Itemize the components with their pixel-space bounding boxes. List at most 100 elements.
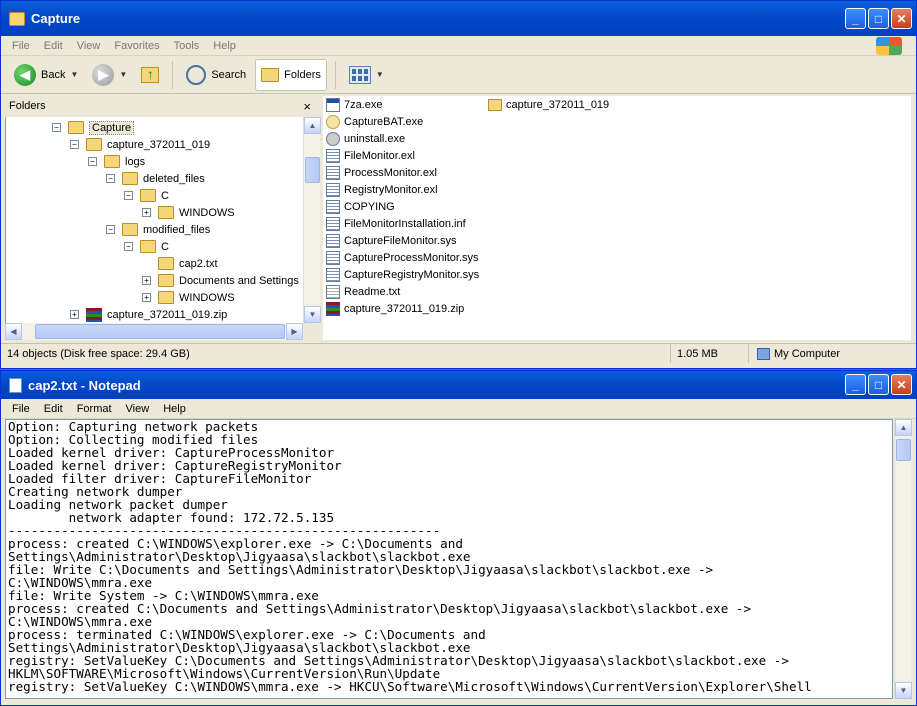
folders-pane-header: Folders × [5, 96, 319, 116]
menu-favorites[interactable]: Favorites [107, 40, 166, 52]
file-item[interactable]: Readme.txt [326, 283, 400, 300]
file-item[interactable]: FileMonitorInstallation.inf [326, 215, 466, 232]
collapse-icon[interactable]: − [70, 140, 79, 149]
tree-node[interactable]: + WINDOWS [142, 289, 235, 306]
tree-node[interactable]: + Documents and Settings [142, 272, 299, 289]
file-item[interactable]: CaptureRegistryMonitor.sys [326, 266, 479, 283]
tree-node[interactable]: − capture_372011_019 [70, 136, 210, 153]
collapse-icon[interactable]: − [88, 157, 97, 166]
file-item[interactable]: ProcessMonitor.exl [326, 164, 437, 181]
menu-view[interactable]: View [70, 40, 108, 52]
menu-tools[interactable]: Tools [167, 40, 207, 52]
file-name: capture_372011_019 [506, 98, 610, 111]
minimize-button[interactable]: _ [845, 8, 866, 29]
collapse-icon[interactable]: − [124, 191, 133, 200]
expand-icon[interactable]: + [70, 310, 79, 319]
explorer-titlebar[interactable]: Capture _ □ ✕ [1, 1, 916, 36]
tree-vertical-scrollbar[interactable]: ▲ ▼ [303, 117, 321, 323]
menu-file[interactable]: File [5, 403, 37, 415]
collapse-icon[interactable]: − [106, 174, 115, 183]
expand-icon[interactable]: + [142, 208, 151, 217]
file-item[interactable]: capture_372011_019.zip [326, 300, 464, 317]
tree-node-label[interactable]: C [161, 241, 169, 253]
tree-node-label[interactable]: C [161, 190, 169, 202]
menu-edit[interactable]: Edit [37, 40, 70, 52]
dropdown-arrow-icon[interactable]: ▼ [119, 70, 127, 79]
notepad-titlebar[interactable]: cap2.txt - Notepad _ □ ✕ [1, 371, 916, 399]
tree-node-label[interactable]: Documents and Settings [179, 275, 299, 287]
tree-node[interactable]: − logs [88, 153, 145, 170]
file-item[interactable]: CaptureBAT.exe [326, 113, 423, 130]
collapse-icon[interactable]: − [52, 123, 61, 132]
hscroll-thumb[interactable] [35, 324, 285, 339]
file-item[interactable]: capture_372011_019 [488, 96, 609, 113]
scroll-down-arrow-icon[interactable]: ▼ [895, 682, 912, 699]
views-button[interactable]: ▼ [344, 59, 389, 91]
scroll-right-arrow-icon[interactable]: ▶ [286, 323, 303, 340]
file-item[interactable]: COPYING [326, 198, 395, 215]
tree-node-label[interactable]: modified_files [143, 224, 210, 236]
tree-node[interactable]: + capture_372011_019.zip [70, 306, 227, 323]
tree-node-label[interactable]: logs [125, 156, 145, 168]
tree-node-label[interactable]: capture_372011_019 [107, 139, 210, 151]
scroll-up-arrow-icon[interactable]: ▲ [304, 117, 321, 134]
file-list[interactable]: 7za.exe CaptureBAT.exe uninstall.exe FileMo… [323, 96, 911, 340]
notepad-icon [9, 377, 22, 393]
folder-tree[interactable]: − Capture − capture_372011_019 − logs − deleted… [5, 117, 303, 323]
tree-node[interactable]: − Capture [52, 119, 135, 136]
scroll-thumb[interactable] [896, 439, 911, 461]
tree-node-label[interactable]: cap2.txt [179, 258, 218, 270]
folders-button[interactable]: Folders [255, 58, 327, 91]
scroll-up-arrow-icon[interactable]: ▲ [895, 419, 912, 436]
tree-node[interactable]: cap2.txt [142, 255, 218, 272]
dropdown-arrow-icon[interactable]: ▼ [376, 70, 384, 79]
file-item[interactable]: RegistryMonitor.exl [326, 181, 438, 198]
up-button[interactable]: ↑ [136, 59, 164, 91]
maximize-button[interactable]: □ [868, 374, 889, 395]
menu-file[interactable]: File [5, 40, 37, 52]
collapse-icon[interactable]: − [106, 225, 115, 234]
menu-format[interactable]: Format [70, 403, 119, 415]
notepad-vertical-scrollbar[interactable]: ▲ ▼ [894, 419, 912, 699]
tree-node[interactable]: + WINDOWS [142, 204, 235, 221]
close-pane-icon[interactable]: × [303, 99, 311, 114]
tree-node[interactable]: − C [124, 238, 169, 255]
close-button[interactable]: ✕ [891, 8, 912, 29]
scroll-left-arrow-icon[interactable]: ◀ [5, 323, 22, 340]
tree-node-label[interactable]: WINDOWS [179, 292, 235, 304]
tree-horizontal-scrollbar[interactable]: ◀ ▶ [5, 323, 303, 340]
config-file-icon [326, 250, 340, 265]
close-button[interactable]: ✕ [891, 374, 912, 395]
collapse-icon[interactable]: − [124, 242, 133, 251]
forward-button[interactable]: ▶ ▼ [87, 59, 132, 91]
file-item[interactable]: CaptureFileMonitor.sys [326, 232, 457, 249]
menu-help[interactable]: Help [156, 403, 193, 415]
file-item[interactable]: uninstall.exe [326, 130, 405, 147]
menu-help[interactable]: Help [206, 40, 243, 52]
notepad-text-area[interactable]: Option: Capturing network packets Option:… [5, 419, 893, 699]
config-file-icon [326, 182, 340, 197]
tree-node[interactable]: − modified_files [106, 221, 210, 238]
tree-node[interactable]: − deleted_files [106, 170, 205, 187]
tree-node-label[interactable]: capture_372011_019.zip [107, 309, 227, 321]
file-item[interactable]: 7za.exe [326, 96, 383, 113]
file-item[interactable]: CaptureProcessMonitor.sys [326, 249, 479, 266]
minimize-button[interactable]: _ [845, 374, 866, 395]
expand-icon[interactable]: + [142, 293, 151, 302]
tree-node[interactable]: − C [124, 187, 169, 204]
search-button[interactable]: Search [181, 59, 251, 91]
tree-node-label[interactable]: WINDOWS [179, 207, 235, 219]
tree-node-label[interactable]: Capture [89, 120, 135, 135]
back-button[interactable]: ◀ Back ▼ [9, 59, 83, 91]
menu-edit[interactable]: Edit [37, 403, 70, 415]
file-name: uninstall.exe [344, 132, 406, 145]
menu-view[interactable]: View [119, 403, 157, 415]
file-item[interactable]: FileMonitor.exl [326, 147, 415, 164]
tree-node-label[interactable]: deleted_files [143, 173, 205, 185]
dropdown-arrow-icon[interactable]: ▼ [70, 70, 78, 79]
maximize-button[interactable]: □ [868, 8, 889, 29]
scroll-thumb[interactable] [305, 157, 320, 183]
expand-icon[interactable]: + [142, 276, 151, 285]
notepad-title: cap2.txt - Notepad [28, 377, 141, 393]
scroll-down-arrow-icon[interactable]: ▼ [304, 306, 321, 323]
